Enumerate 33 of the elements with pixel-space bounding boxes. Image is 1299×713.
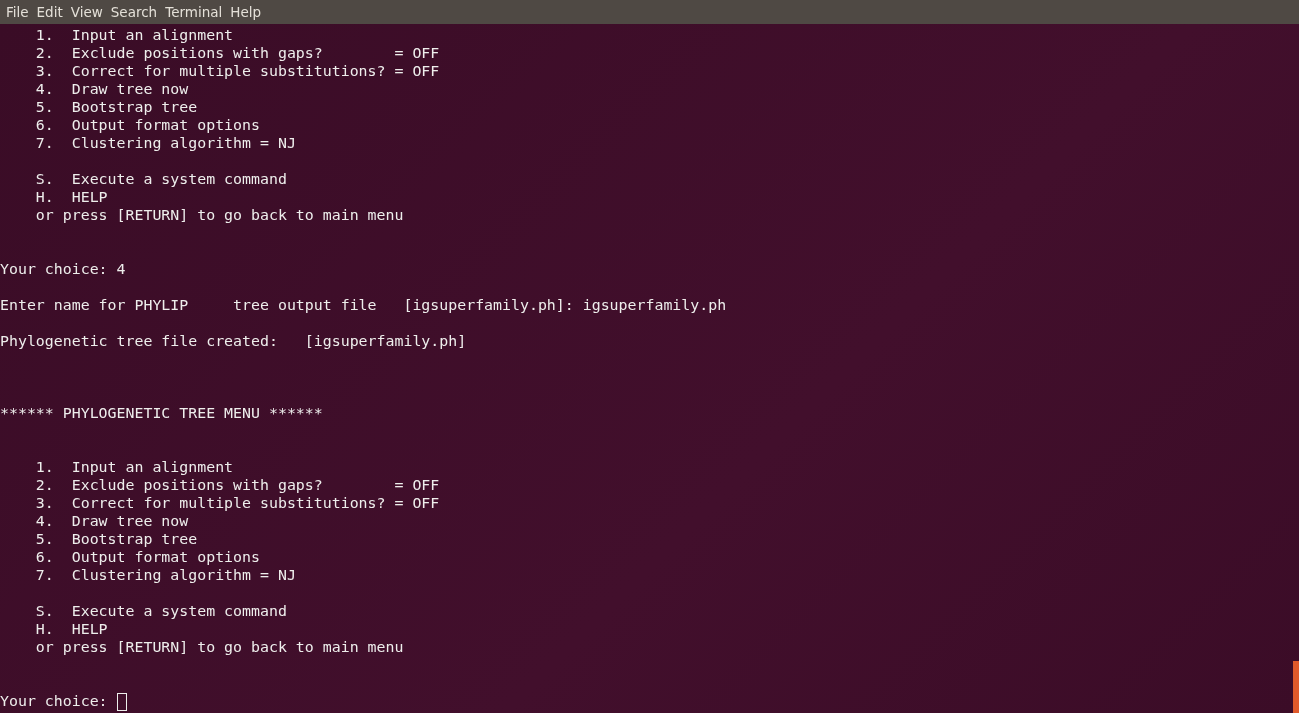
terminal-line: 1. Input an alignment	[34, 458, 234, 476]
terminal-line: 7. Clustering algorithm = NJ	[34, 134, 296, 152]
terminal-line: 3. Correct for multiple substitutions? = OFF	[34, 62, 440, 80]
menu-item[interactable]: File	[6, 4, 37, 20]
terminal-line: 5. Bootstrap tree	[34, 98, 198, 116]
menu-item[interactable]: View	[70, 4, 111, 20]
terminal-line: ****** PHYLOGENETIC TREE MENU ******	[0, 404, 323, 422]
terminal-line: Enter name for PHYLIP tree output file [igsuperfamily.ph]: igsuperfamily.ph	[0, 296, 727, 314]
menu-item[interactable]: Help	[230, 4, 270, 20]
terminal-line: 6. Output format options	[34, 548, 260, 566]
prompt-line: Your choice:	[0, 692, 109, 710]
terminal-line: 4. Draw tree now	[34, 512, 189, 530]
terminal-line: 2. Exclude positions with gaps? = OFF	[34, 476, 440, 494]
scrollbar-thumb[interactable]	[1293, 661, 1299, 713]
menu-item[interactable]: Search	[110, 4, 166, 20]
terminal-line: 7. Clustering algorithm = NJ	[34, 566, 296, 584]
terminal-line: H. HELP	[34, 620, 108, 638]
terminal-line: H. HELP	[34, 188, 108, 206]
text-cursor	[116, 693, 127, 711]
terminal-line: 3. Correct for multiple substitutions? = OFF	[34, 494, 440, 512]
terminal-line: S. Execute a system command	[34, 602, 287, 620]
terminal-line: 6. Output format options	[34, 116, 260, 134]
terminal-line: or press [RETURN] to go back to main menu	[34, 206, 404, 224]
terminal-line: Phylogenetic tree file created: [igsuperfamily.ph]	[0, 332, 467, 350]
menu-item[interactable]: Terminal	[165, 4, 231, 20]
terminal-line: Your choice: 4	[0, 260, 126, 278]
terminal-line: 1. Input an alignment	[34, 26, 234, 44]
terminal-line: 4. Draw tree now	[34, 80, 189, 98]
terminal-line: 2. Exclude positions with gaps? = OFF	[34, 44, 440, 62]
terminal-line: S. Execute a system command	[34, 170, 287, 188]
terminal-line: or press [RETURN] to go back to main menu	[34, 638, 404, 656]
terminal-line: 5. Bootstrap tree	[34, 530, 198, 548]
menu-item[interactable]: Edit	[36, 4, 71, 20]
